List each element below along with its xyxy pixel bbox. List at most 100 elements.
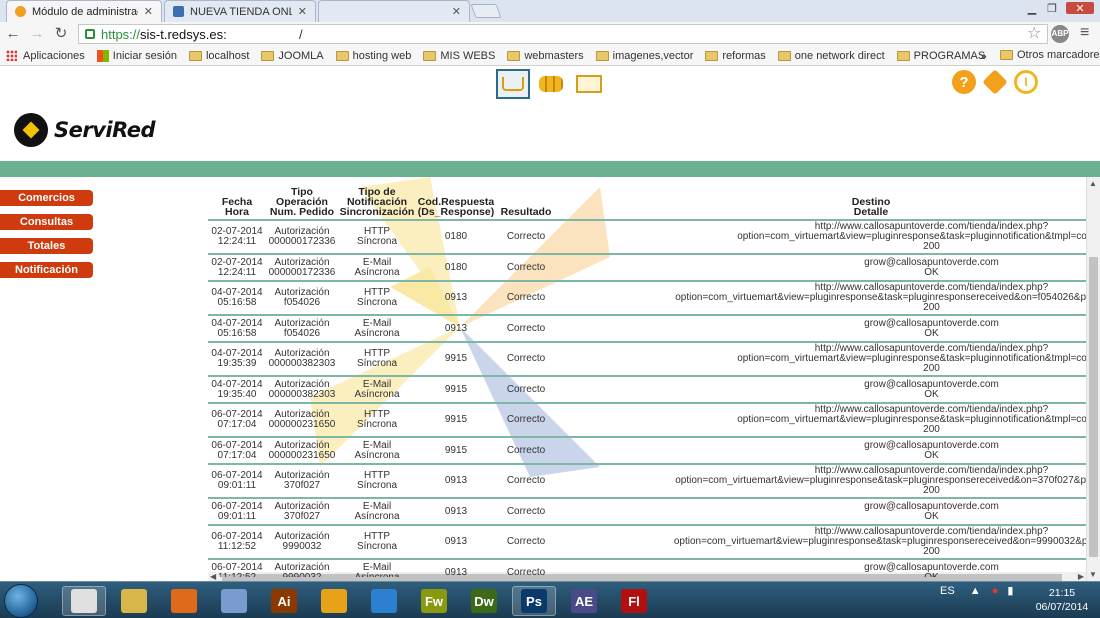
taskbar-ie-button[interactable]	[362, 586, 406, 616]
table-row[interactable]: 06-07-2014 07:17:04 Autorización 0000002316…	[208, 437, 1086, 465]
bookmark-label: webmasters	[524, 49, 584, 62]
bookmark-item[interactable]: Iniciar sesión	[96, 49, 177, 62]
browser-menu-icon[interactable]: ≡	[1080, 24, 1089, 42]
bookmark-label: Otros marcadores	[1017, 49, 1100, 61]
close-tab-icon[interactable]: ✕	[452, 5, 461, 18]
menu-button-comercios[interactable]: Comercios	[0, 190, 93, 206]
page-content: ? I ServiRed Comercios Consultas Totales No…	[0, 67, 1100, 581]
tab-admin-module[interactable]: Módulo de administració ✕	[6, 0, 162, 22]
cell-cod-respuesta: 0913	[416, 498, 496, 526]
taskbar-explorer-button[interactable]	[112, 586, 156, 616]
coins-icon[interactable]	[534, 69, 568, 99]
close-tab-icon[interactable]: ✕	[144, 5, 153, 18]
table-row[interactable]: 04-07-2014 05:16:58 Autorización f054026 HTT…	[208, 281, 1086, 316]
bookmark-item[interactable]: hosting web	[335, 49, 412, 62]
system-tray: ES ▲ ● ▮	[940, 584, 1013, 597]
start-button[interactable]	[4, 584, 38, 618]
cell-fecha-hora: 06-07-2014 07:17:04	[208, 403, 266, 438]
cell-notificacion: HTTP Síncrona	[338, 464, 416, 499]
table-row[interactable]: 02-07-2014 12:24:11 Autorización 0000001723…	[208, 220, 1086, 255]
cell-fecha-hora: 02-07-2014 12:24:11	[208, 254, 266, 282]
clock[interactable]: 21:15 06/07/2014	[1028, 586, 1096, 614]
vertical-scroll-thumb[interactable]	[1089, 257, 1098, 557]
network-icon[interactable]: ●	[992, 585, 999, 597]
tab-empty[interactable]: ✕	[318, 0, 470, 22]
bookmarks-overflow-button[interactable]: »	[980, 49, 987, 63]
notifications-table-container[interactable]: Fecha Hora Tipo Operación Num. Pedido Tipo …	[208, 185, 1086, 577]
power-icon[interactable]: I	[1014, 70, 1038, 94]
help-icon[interactable]: ?	[952, 70, 976, 94]
menu-button-notificacion[interactable]: Notificación	[0, 262, 93, 278]
menu-button-consultas[interactable]: Consultas	[0, 214, 93, 230]
bookmark-item[interactable]: webmasters	[507, 49, 584, 62]
back-icon[interactable]: ←	[4, 25, 22, 43]
reload-icon[interactable]: ↻	[52, 25, 70, 43]
bookmark-item[interactable]: Aplicaciones	[0, 50, 85, 62]
taskbar-dreamweaver-button[interactable]: Dw	[462, 586, 506, 616]
taskbar-media-button[interactable]	[312, 586, 356, 616]
taskbar-flash-button[interactable]: Fl	[612, 586, 656, 616]
tray-expand-icon[interactable]: ▲	[970, 585, 981, 597]
taskbar-photoshop-button[interactable]: Ps	[512, 586, 556, 616]
cell-fecha-hora: 02-07-2014 12:24:11	[208, 220, 266, 255]
bookmark-label: MIS WEBS	[440, 49, 496, 62]
language-indicator[interactable]: ES	[940, 585, 955, 597]
adblock-plus-icon[interactable]: ABP	[1051, 25, 1069, 43]
cell-cod-respuesta: 9915	[416, 437, 496, 465]
table-row[interactable]: 04-07-2014 05:16:58 Autorización f054026 E-M…	[208, 315, 1086, 343]
shopping-cart-icon[interactable]	[496, 69, 530, 99]
taskbar-firefox-button[interactable]	[162, 586, 206, 616]
tab-nueva-tienda[interactable]: NUEVA TIENDA ONLINE | ✕	[164, 0, 316, 22]
other-bookmarks-folder[interactable]: Otros marcadores	[1000, 49, 1100, 61]
close-window-icon[interactable]: ✕	[1066, 2, 1094, 15]
cell-resultado: Correcto	[496, 403, 556, 438]
tab-title: Módulo de administració	[32, 5, 138, 18]
bookmark-item[interactable]: PROGRAMAS	[896, 50, 985, 62]
brand-name: ServiRed	[54, 118, 156, 142]
table-row[interactable]: 06-07-2014 09:01:11 Autorización 370f027 E-M…	[208, 498, 1086, 526]
table-row[interactable]: 06-07-2014 11:12:52 Autorización 9990032 E-M…	[208, 559, 1086, 577]
clock-date: 06/07/2014	[1035, 601, 1089, 613]
fireworks-icon: Fw	[421, 589, 447, 613]
signal-icon[interactable]: ▮	[1007, 585, 1013, 597]
book-icon[interactable]	[572, 69, 606, 99]
bookmark-label: hosting web	[352, 49, 412, 62]
table-row[interactable]: 06-07-2014 11:12:52 Autorización 9990032 HTT…	[208, 525, 1086, 560]
bookmark-item[interactable]: one network direct	[777, 49, 885, 62]
minimize-icon[interactable]: ▁	[1024, 2, 1040, 15]
flash-icon: Fl	[621, 589, 647, 613]
restore-icon[interactable]: ❐	[1044, 2, 1060, 15]
close-tab-icon[interactable]: ✕	[298, 5, 307, 18]
table-row[interactable]: 04-07-2014 19:35:40 Autorización 0000003823…	[208, 376, 1086, 404]
scroll-down-icon[interactable]: ▼	[1089, 570, 1097, 579]
cell-destino-detalle: http://www.callosapuntoverde.com/tienda/…	[556, 281, 1086, 316]
table-row[interactable]: 06-07-2014 09:01:11 Autorización 370f027 HTT…	[208, 464, 1086, 499]
new-tab-button[interactable]	[470, 4, 502, 18]
taskbar-chrome-button[interactable]	[62, 586, 106, 616]
bookmark-star-icon[interactable]: ☆	[1027, 23, 1041, 43]
apps-icon	[6, 50, 17, 61]
taskbar-aftereffects-button[interactable]: AE	[562, 586, 606, 616]
header-cod-respuesta: Cod.Respuesta (Ds_Response)	[416, 185, 496, 221]
table-row[interactable]: 06-07-2014 07:17:04 Autorización 0000002316…	[208, 403, 1086, 438]
cell-operacion: Autorización 000000231650	[266, 437, 338, 465]
servired-logo: ServiRed	[14, 113, 156, 147]
bookmark-label: one network direct	[794, 49, 885, 62]
bookmark-item[interactable]: MIS WEBS	[423, 50, 495, 62]
address-bar[interactable]: https:// sis-t.redsys.es: /	[78, 24, 1048, 44]
table-row[interactable]: 04-07-2014 19:35:39 Autorización 0000003823…	[208, 342, 1086, 377]
bookmark-item[interactable]: reformas	[705, 50, 766, 62]
home-icon[interactable]	[982, 69, 1008, 95]
taskbar-tools-button[interactable]	[212, 586, 256, 616]
cell-operacion: Autorización 9990032	[266, 559, 338, 577]
bookmark-item[interactable]: JOOMLA	[261, 50, 324, 62]
menu-button-totales[interactable]: Totales	[0, 238, 93, 254]
table-row[interactable]: 02-07-2014 12:24:11 Autorización 0000001723…	[208, 254, 1086, 282]
scroll-up-icon[interactable]: ▲	[1089, 179, 1097, 188]
taskbar-fireworks-button[interactable]: Fw	[412, 586, 456, 616]
vertical-scrollbar[interactable]: ▲ ▼	[1086, 177, 1100, 581]
bookmark-item[interactable]: imagenes,vector	[595, 50, 693, 62]
taskbar-illustrator-button[interactable]: Ai	[262, 586, 306, 616]
bookmark-item[interactable]: localhost	[188, 50, 249, 62]
forward-icon[interactable]: →	[28, 25, 46, 43]
